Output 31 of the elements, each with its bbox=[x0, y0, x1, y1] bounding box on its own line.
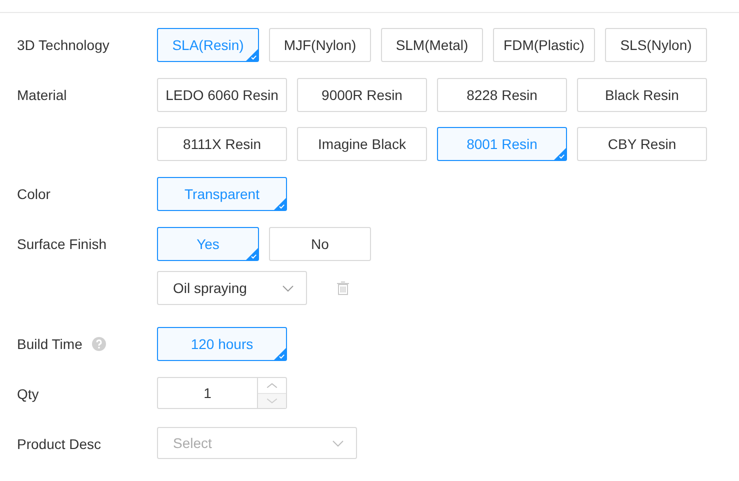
option-button[interactable]: SLS(Nylon) bbox=[605, 28, 707, 62]
decrement-icon[interactable] bbox=[258, 392, 286, 408]
trash-icon[interactable] bbox=[337, 281, 349, 295]
help-icon[interactable] bbox=[92, 337, 106, 351]
check-corner-icon bbox=[246, 49, 258, 61]
field-label: Qty bbox=[17, 386, 39, 402]
option-button[interactable]: Black Resin bbox=[577, 78, 707, 112]
check-corner-icon bbox=[554, 148, 566, 160]
option-button[interactable]: No bbox=[269, 227, 371, 261]
option-button[interactable]: 9000R Resin bbox=[297, 78, 427, 112]
finish-dropdown[interactable]: Oil spraying bbox=[157, 271, 307, 305]
chevron-down-icon bbox=[332, 440, 344, 446]
quantity-field[interactable]: 1 bbox=[157, 377, 287, 409]
option-button[interactable]: 8111X Resin bbox=[157, 127, 287, 161]
option-button[interactable]: LEDO 6060 Resin bbox=[157, 78, 287, 112]
option-button[interactable]: Imagine Black bbox=[297, 127, 427, 161]
option-button[interactable]: 8228 Resin bbox=[437, 78, 567, 112]
option-button[interactable]: MJF(Nylon) bbox=[269, 28, 371, 62]
check-corner-icon bbox=[274, 198, 286, 210]
field-label: Product Desc bbox=[17, 436, 102, 452]
option-button[interactable]: CBY Resin bbox=[577, 127, 707, 161]
field-label: Material bbox=[17, 87, 67, 103]
check-corner-icon bbox=[274, 348, 286, 360]
field-label: 3D Technology bbox=[17, 37, 110, 53]
chevron-down-icon bbox=[282, 284, 294, 292]
field-label: Color bbox=[17, 186, 50, 202]
field-label: Surface Finish bbox=[17, 236, 106, 252]
check-corner-icon bbox=[246, 248, 258, 260]
option-button[interactable]: FDM(Plastic) bbox=[493, 28, 595, 62]
field-label: Build Time bbox=[17, 336, 82, 352]
option-button[interactable]: SLM(Metal) bbox=[381, 28, 483, 62]
